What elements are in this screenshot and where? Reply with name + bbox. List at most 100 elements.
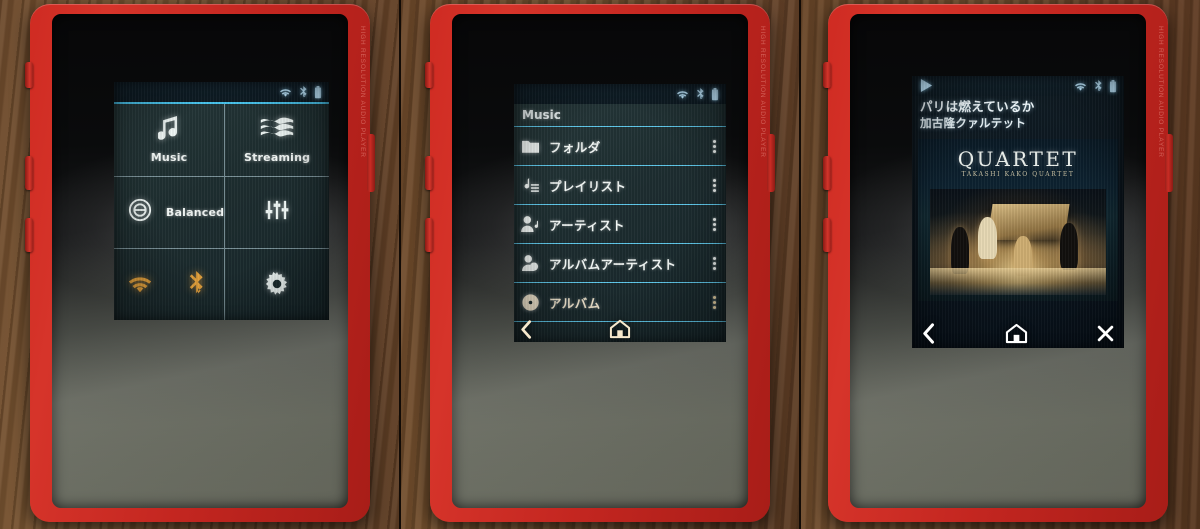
side-button-volume-down[interactable]	[823, 218, 831, 252]
equalizer-icon	[265, 199, 289, 225]
side-button-volume-up[interactable]	[823, 156, 831, 190]
music-note-icon	[157, 115, 180, 146]
status-bar	[912, 76, 1124, 96]
artist-icon	[520, 216, 540, 232]
bottom-nav-bar	[514, 316, 726, 342]
device-bezel: Music フォルダ プレイリスト アーティスト アルバムアーティスト アルバム	[452, 14, 748, 508]
wave-icon	[259, 116, 295, 146]
tile-bluetooth[interactable]	[166, 249, 226, 320]
wifi-icon	[126, 273, 154, 299]
tile-streaming[interactable]: Streaming	[225, 104, 329, 177]
album-icon	[520, 293, 540, 311]
tile-streaming-label: Streaming	[243, 150, 311, 164]
battery-icon	[711, 87, 719, 101]
side-button-power[interactable]	[823, 62, 831, 88]
home-icon[interactable]	[609, 319, 631, 339]
list-item-folder[interactable]: フォルダ	[514, 127, 726, 166]
side-button-right[interactable]	[367, 134, 375, 192]
overflow-menu-icon[interactable]	[708, 217, 720, 231]
track-title: パリは燃えているか	[920, 99, 1035, 114]
dap-device-body: HIGH RESOLUTION AUDIO PLAYER	[25, 4, 375, 522]
side-button-volume-down[interactable]	[25, 218, 33, 252]
tile-equalizer[interactable]	[225, 177, 329, 250]
track-artist: 加古隆クァルテット	[920, 116, 1027, 131]
photo-seam	[399, 0, 401, 529]
photo-panel-now-playing: HIGH RESOLUTION AUDIO PLAYER パリは燃えているか 加…	[800, 0, 1200, 529]
close-x-icon[interactable]	[1097, 325, 1114, 342]
bluetooth-icon	[1094, 79, 1102, 93]
dap-device-body: HIGH RESOLUTION AUDIO PLAYER	[823, 4, 1173, 522]
library-header: Music	[514, 104, 726, 127]
bluetooth-icon	[187, 270, 204, 301]
wifi-icon	[279, 87, 292, 98]
album-art-scene	[930, 189, 1106, 296]
tile-settings[interactable]	[225, 249, 329, 320]
side-button-power[interactable]	[25, 62, 33, 88]
list-item-label: フォルダ	[549, 139, 601, 155]
album-art[interactable]: QUARTET TAKASHI KAKO QUARTET	[918, 139, 1118, 302]
dap-device-body: HIGH RESOLUTION AUDIO PLAYER	[425, 4, 775, 522]
side-button-volume-up[interactable]	[25, 156, 33, 190]
device-engraving: HIGH RESOLUTION AUDIO PLAYER	[359, 26, 366, 158]
battery-icon	[314, 85, 322, 99]
list-item-label: プレイリスト	[549, 178, 627, 194]
lcd-screen-home[interactable]: Music Streaming Balanced	[114, 82, 329, 320]
side-button-power[interactable]	[425, 62, 433, 88]
photo-panel-music-library: HIGH RESOLUTION AUDIO PLAYER Music フォルダ …	[400, 0, 800, 529]
side-button-right[interactable]	[1165, 134, 1173, 192]
circled-e-icon	[128, 198, 152, 226]
status-bar	[114, 82, 329, 102]
list-item-album-artist[interactable]: アルバムアーティスト	[514, 244, 726, 283]
photo-panel-home-menu: HIGH RESOLUTION AUDIO PLAYER Music Strea…	[0, 0, 400, 529]
now-playing-body: パリは燃えているか 加古隆クァルテット QUARTET TAKASHI KAKO…	[912, 96, 1124, 348]
piano-shape	[987, 204, 1070, 241]
album-artist-icon	[520, 255, 540, 271]
wifi-icon	[1074, 81, 1087, 92]
lcd-screen-library[interactable]: Music フォルダ プレイリスト アーティスト アルバムアーティスト アルバム	[514, 84, 726, 342]
tile-balanced-label: Balanced	[165, 205, 225, 219]
back-chevron-icon[interactable]	[520, 319, 533, 339]
device-bezel: パリは燃えているか 加古隆クァルテット QUARTET TAKASHI KAKO…	[850, 14, 1146, 508]
folder-icon	[520, 139, 540, 153]
overflow-menu-icon[interactable]	[708, 178, 720, 192]
library-list: Music フォルダ プレイリスト アーティスト アルバムアーティスト アルバム	[514, 104, 726, 342]
battery-icon	[1109, 79, 1117, 93]
device-engraving: HIGH RESOLUTION AUDIO PLAYER	[759, 26, 766, 158]
playlist-icon	[520, 177, 540, 193]
tile-ess-logo[interactable]	[114, 177, 166, 250]
play-icon	[919, 79, 934, 92]
overflow-menu-icon[interactable]	[708, 295, 720, 309]
photo-seam	[799, 0, 801, 529]
device-bezel: Music Streaming Balanced	[52, 14, 348, 508]
three-photo-composite: HIGH RESOLUTION AUDIO PLAYER Music Strea…	[0, 0, 1200, 529]
home-icon[interactable]	[1005, 323, 1028, 344]
tile-music-label: Music	[150, 150, 188, 164]
lcd-screen-now-playing[interactable]: パリは燃えているか 加古隆クァルテット QUARTET TAKASHI KAKO…	[912, 76, 1124, 348]
overflow-menu-icon[interactable]	[708, 139, 720, 153]
tile-balanced[interactable]: Balanced	[165, 176, 226, 250]
overflow-menu-icon[interactable]	[708, 256, 720, 270]
home-tile-grid: Music Streaming Balanced	[114, 102, 329, 320]
side-button-volume-up[interactable]	[425, 156, 433, 190]
album-art-subtitle: TAKASHI KAKO QUARTET	[961, 171, 1075, 179]
gear-icon	[265, 271, 289, 300]
list-item-label: アルバムアーティスト	[549, 256, 677, 272]
wifi-icon	[676, 89, 689, 100]
bluetooth-icon	[299, 85, 307, 99]
album-art-title: QUARTET	[957, 147, 1079, 172]
side-button-right[interactable]	[767, 134, 775, 192]
list-item-playlist[interactable]: プレイリスト	[514, 166, 726, 205]
list-item-label: アーティスト	[549, 217, 625, 233]
side-button-volume-down[interactable]	[425, 218, 433, 252]
performer-figure	[977, 216, 997, 260]
list-item-artist[interactable]: アーティスト	[514, 205, 726, 244]
bluetooth-icon	[696, 87, 704, 101]
device-engraving: HIGH RESOLUTION AUDIO PLAYER	[1157, 26, 1164, 158]
list-item-label: アルバム	[549, 295, 601, 311]
violist-figure	[1060, 223, 1078, 270]
status-bar	[514, 84, 726, 104]
stage-floor	[930, 267, 1106, 296]
tile-music[interactable]: Music	[114, 104, 226, 177]
tile-wifi[interactable]	[114, 249, 166, 320]
back-chevron-icon[interactable]	[922, 322, 936, 344]
